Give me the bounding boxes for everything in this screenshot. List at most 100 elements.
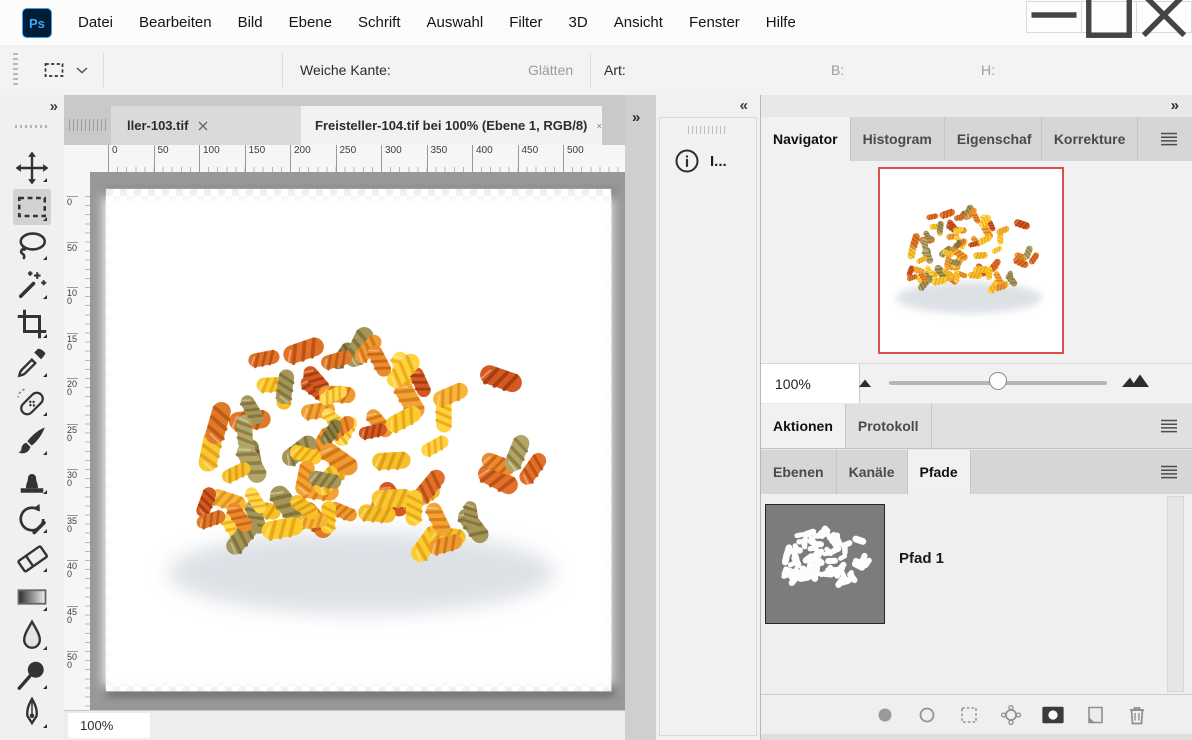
info-panel-label: I... [710, 153, 727, 170]
hruler-tick-400: 400 [472, 145, 493, 172]
menu-item-ebene[interactable]: Ebene [276, 14, 345, 31]
menu-item-bearbeiten[interactable]: Bearbeiten [126, 14, 225, 31]
document-tab-active[interactable]: Freisteller-104.tif bei 100% (Ebene 1, R… [301, 106, 602, 145]
info-panel-button[interactable]: I... [674, 148, 727, 174]
menu-item-hilfe[interactable]: Hilfe [753, 14, 809, 31]
panel-expand-icon[interactable]: » [1171, 97, 1179, 114]
tabbar-grip[interactable] [69, 119, 109, 131]
panel-menu-icon[interactable] [1159, 419, 1179, 433]
tab-korrekture[interactable]: Korrekture [1042, 117, 1139, 161]
clone-stamp-tool[interactable] [13, 462, 51, 498]
lasso-tool[interactable] [13, 228, 51, 264]
tab-kan-le[interactable]: Kanäle [837, 450, 908, 494]
hruler-tick-500: 500 [563, 145, 584, 172]
menu-item-bild[interactable]: Bild [225, 14, 276, 31]
document-tab-background[interactable]: ller-103.tif [111, 106, 317, 145]
canvas-area[interactable] [90, 172, 625, 710]
burn-tool[interactable] [13, 657, 51, 693]
tab-eigenschaf[interactable]: Eigenschaf [945, 117, 1042, 161]
panel-collapse-icon[interactable]: « [740, 97, 748, 114]
maximize-button[interactable] [1081, 1, 1137, 33]
blur-tool[interactable] [13, 618, 51, 654]
horizontal-ruler: 050100150200250300350400450500 [90, 145, 625, 173]
zoom-in-icon[interactable] [1121, 373, 1151, 388]
info-icon [674, 148, 700, 174]
paths-panel-footer [761, 694, 1192, 734]
move-tool[interactable] [13, 150, 51, 186]
path-name[interactable]: Pfad 1 [899, 550, 944, 567]
close-tab-icon[interactable] [597, 121, 602, 131]
paths-scrollbar[interactable] [1167, 496, 1184, 692]
eyedropper-tool[interactable] [13, 345, 51, 381]
marquee-tool[interactable] [13, 189, 51, 225]
menu-item-datei[interactable]: Datei [65, 14, 126, 31]
options-grip[interactable] [13, 53, 18, 87]
hruler-tick-0: 0 [108, 145, 118, 172]
eraser-tool[interactable] [13, 540, 51, 576]
hruler-tick-250: 250 [336, 145, 357, 172]
navigator-proxy-view[interactable] [878, 167, 1064, 354]
info-panel-grip[interactable] [688, 126, 728, 134]
paths-panel-body: Pfad 1 [761, 494, 1192, 694]
pen-tool[interactable] [13, 696, 51, 732]
zoom-out-icon[interactable] [857, 377, 875, 388]
hruler-tick-50: 50 [154, 145, 169, 172]
navigator-panel-tabs: NavigatorHistogramEigenschafKorrekture [761, 117, 1192, 162]
tab-ebenen[interactable]: Ebenen [761, 450, 837, 494]
healing-brush-tool[interactable] [13, 384, 51, 420]
stroke-path-icon[interactable] [915, 703, 939, 727]
menu-bar: Ps DateiBearbeitenBildEbeneSchriftAuswah… [0, 0, 1192, 46]
document-canvas[interactable] [105, 188, 612, 692]
navigator-zoom-slider-thumb[interactable] [989, 372, 1007, 390]
tab-histogram[interactable]: Histogram [851, 117, 945, 161]
menu-item-schrift[interactable]: Schrift [345, 14, 414, 31]
vruler-tick-0: 0 [67, 196, 78, 206]
menu-item-3d[interactable]: 3D [556, 14, 601, 31]
minimize-button[interactable] [1026, 1, 1082, 33]
menu-item-ansicht[interactable]: Ansicht [601, 14, 676, 31]
tab-aktionen[interactable]: Aktionen [761, 404, 846, 448]
brush-tool[interactable] [13, 423, 51, 459]
path-handles-icon[interactable] [999, 703, 1023, 727]
history-brush-tool[interactable] [13, 501, 51, 537]
navigator-panel-body [761, 161, 1192, 363]
tab-protokoll[interactable]: Protokoll [846, 404, 932, 448]
gradient-tool[interactable] [13, 579, 51, 615]
fill-path-icon[interactable] [873, 703, 897, 727]
panel-menu-icon[interactable] [1159, 465, 1179, 479]
path-thumbnail[interactable] [765, 504, 885, 624]
tool-options-bar: Weiche Kante: Glätten Art: Normal B: H: … [0, 45, 1192, 96]
tool-preset-marquee-icon[interactable] [42, 58, 66, 82]
delete-icon[interactable] [1125, 703, 1149, 727]
hruler-tick-100: 100 [199, 145, 220, 172]
new-path-icon[interactable] [1083, 703, 1107, 727]
width-label: B: [831, 45, 844, 95]
toolbar-grip[interactable] [15, 125, 49, 128]
status-zoom-level[interactable]: 100% [68, 713, 150, 738]
status-bar: 100% [64, 710, 625, 740]
mask-icon[interactable] [1041, 703, 1065, 727]
tab-navigator[interactable]: Navigator [761, 117, 851, 161]
vertical-ruler: 050100150200250300350400450500 [64, 172, 91, 710]
navigator-zoom-value[interactable]: 100% [761, 364, 860, 403]
tab-pfade[interactable]: Pfade [908, 450, 971, 494]
tab-overflow-icon[interactable]: » [632, 109, 640, 126]
document-tab-label: ller-103.tif [127, 118, 188, 133]
close-icon [1137, 0, 1191, 47]
panel-menu-icon[interactable] [1159, 132, 1179, 146]
actions-panel-tabs: AktionenProtokoll [761, 404, 1192, 449]
vruler-tick-150: 150 [67, 333, 78, 351]
menu-item-auswahl[interactable]: Auswahl [414, 14, 497, 31]
menu-item-fenster[interactable]: Fenster [676, 14, 753, 31]
menu-item-filter[interactable]: Filter [496, 14, 555, 31]
toolbar-expand-icon[interactable]: » [50, 98, 56, 115]
hruler-tick-200: 200 [290, 145, 311, 172]
magic-wand-tool[interactable] [13, 267, 51, 303]
tools-panel: » [0, 95, 65, 740]
chevron-down-icon[interactable] [76, 67, 88, 74]
close-button[interactable] [1136, 1, 1192, 33]
close-tab-icon[interactable] [198, 121, 208, 131]
crop-tool[interactable] [13, 306, 51, 342]
load-selection-icon[interactable] [957, 703, 981, 727]
panel-bottom-strip [761, 734, 1192, 740]
